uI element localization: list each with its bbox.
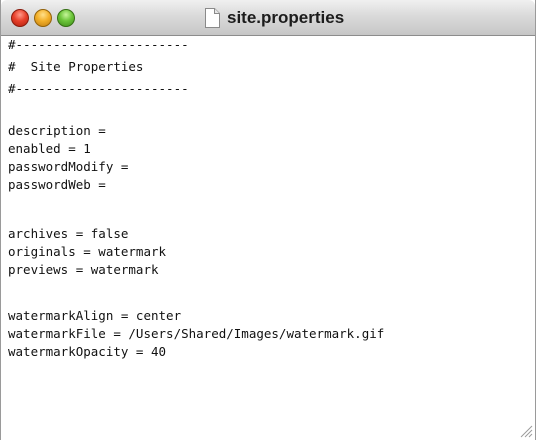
code-line: originals = watermark	[8, 244, 167, 259]
editor-window: site.properties #-----------------------…	[0, 0, 536, 440]
code-line: watermarkAlign = center	[8, 308, 182, 323]
code-line: enabled = 1	[8, 141, 91, 156]
code-line: #-----------------------	[8, 81, 189, 96]
code-line: archives = false	[8, 226, 129, 241]
code-line: previews = watermark	[8, 262, 159, 277]
code-line: watermarkFile = /Users/Shared/Images/wat…	[8, 326, 385, 341]
code-line: passwordModify =	[8, 159, 129, 174]
code-line: description =	[8, 123, 106, 138]
close-icon	[12, 10, 30, 28]
code-line: #-----------------------	[8, 37, 189, 52]
window-title: site.properties	[227, 8, 345, 27]
code-line: # Site Properties	[8, 59, 144, 74]
document-icon[interactable]	[204, 8, 220, 28]
zoom-icon	[58, 10, 76, 28]
code-line: watermarkOpacity = 40	[8, 344, 167, 359]
resize-grip-icon[interactable]	[517, 422, 533, 438]
title-bar[interactable]: site.properties	[1, 0, 535, 36]
zoom-button[interactable]	[57, 9, 75, 27]
minimize-icon	[35, 10, 53, 28]
text-editor-area[interactable]: #----------------------- # Site Properti…	[1, 36, 535, 440]
code-line: passwordWeb =	[8, 177, 106, 192]
minimize-button[interactable]	[34, 9, 52, 27]
close-button[interactable]	[11, 9, 29, 27]
